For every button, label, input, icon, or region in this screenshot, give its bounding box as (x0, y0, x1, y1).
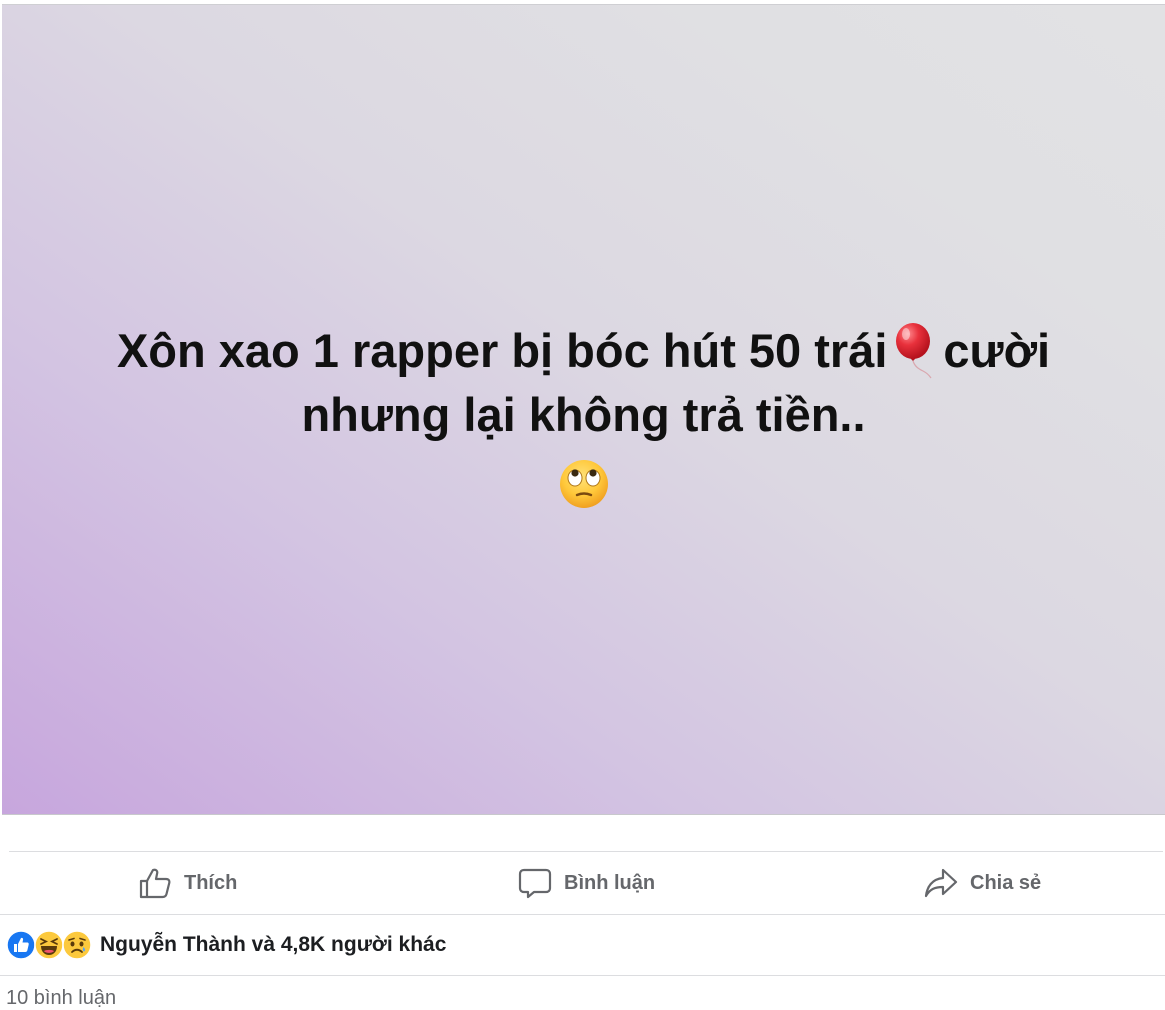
divider-below-reactions (0, 975, 1165, 976)
post-text-line-1-end: cười (943, 324, 1051, 377)
thumbs-up-icon (139, 868, 171, 899)
post-text-line-1: Xôn xao 1 rapper bị bóc hút 50 trái cười (2, 319, 1165, 383)
post-background-image[interactable]: Xôn xao 1 rapper bị bóc hút 50 trái cười… (2, 4, 1165, 815)
share-button[interactable]: Chia sẻ (924, 852, 1041, 914)
balloon-icon (896, 322, 932, 378)
comment-label: Bình luận (564, 871, 656, 894)
post-text-line-1-start: Xôn xao 1 rapper bị bóc hút 50 trái (116, 324, 888, 377)
like-button[interactable]: Thích (138, 852, 237, 914)
like-reaction-icon (6, 930, 36, 960)
like-label: Thích (184, 871, 238, 894)
reaction-icons (6, 930, 92, 960)
comment-bubble-icon (518, 868, 552, 899)
sad-reaction-icon (62, 930, 92, 960)
comment-button[interactable]: Bình luận (518, 852, 655, 914)
share-arrow-icon (924, 868, 958, 898)
face-with-rolling-eyes-icon (559, 459, 608, 508)
divider-below-actions (0, 914, 1165, 915)
post-action-bar: Thích Bình luận Chia sẻ (0, 852, 1165, 914)
haha-reaction-icon (34, 930, 64, 960)
post-text-line-3 (2, 447, 1165, 511)
post-text-line-2: nhưng lại không trả tiền.. (301, 388, 866, 441)
reactions-row[interactable]: Nguyễn Thành và 4,8K người khác (6, 916, 446, 974)
reactions-summary[interactable]: Nguyễn Thành và 4,8K người khác (100, 933, 446, 957)
share-label: Chia sẻ (970, 871, 1042, 894)
post-text: Xôn xao 1 rapper bị bóc hút 50 trái cười… (2, 319, 1165, 511)
